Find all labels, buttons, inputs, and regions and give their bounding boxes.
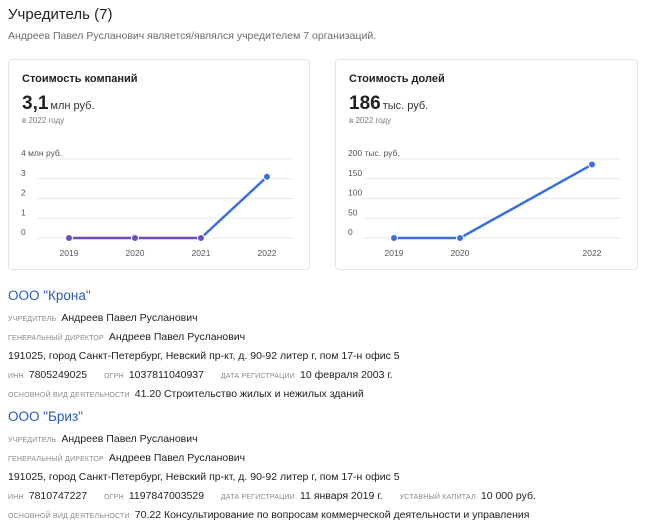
activity-value: 70.22 Консультирование по вопросам комме… (134, 509, 530, 521)
registry-row: ИНН 7810747227 ОГРН 1197847003529 Дата рег… (8, 487, 638, 506)
capital-label: Уставный капитал (399, 494, 476, 501)
y-tick-label: 0 (348, 227, 353, 237)
share-value-card: Стоимость долей 186 тыс. руб. в 2022 году… (335, 59, 638, 270)
inn-label: ИНН (8, 373, 24, 380)
x-tick-label: 2021 (192, 248, 211, 258)
address-value: 191025, город Санкт-Петербург, Невский п… (8, 471, 400, 483)
founder-label: Учредитель (8, 316, 57, 323)
director-value: Андреев Павел Русланович (108, 452, 246, 464)
y-tick-label: 0 (21, 227, 26, 237)
y-tick-label: 4 млн руб. (21, 148, 62, 158)
registry-row: ИНН 7805249025 ОГРН 1037811040937 Дата рег… (8, 366, 638, 385)
address-row: 191025, город Санкт-Петербург, Невский п… (8, 468, 638, 487)
activity-value: 41.20 Строительство жилых и нежилых здан… (134, 388, 364, 400)
data-point (390, 234, 398, 242)
y-tick-label: 100 (348, 188, 362, 198)
ogrn-value: 1197847003529 (128, 490, 204, 502)
x-tick-label: 2020 (451, 248, 470, 258)
x-tick-label: 2020 (126, 248, 145, 258)
inn-value: 7805249025 (28, 369, 88, 381)
director-value: Андреев Павел Русланович (108, 331, 246, 343)
x-tick-label: 2022 (258, 248, 277, 258)
address-value: 191025, город Санкт-Петербург, Невский п… (8, 350, 400, 362)
y-tick-label: 3 (21, 168, 26, 178)
activity-label: Основной вид деятельности (8, 513, 130, 520)
data-point (65, 234, 73, 242)
page-subtitle: Андреев Павел Русланович является/являлс… (8, 30, 377, 42)
y-tick-label: 2 (21, 188, 26, 198)
data-point (197, 234, 205, 242)
data-point (588, 160, 596, 169)
organization-name-link[interactable]: ООО "Крона" (8, 288, 638, 308)
activity-label: Основной вид деятельности (8, 392, 130, 399)
founder-row: Учредитель Андреев Павел Русланович (8, 430, 638, 449)
inn-value: 7810747227 (28, 490, 88, 502)
director-row: Генеральный директор Андреев Павел Руслан… (8, 449, 638, 468)
y-tick-label: 200 тыс. руб. (348, 148, 400, 158)
organization-entry: ООО "Крона" Учредитель Андреев Павел Русл… (8, 288, 638, 404)
founder-label: Учредитель (8, 437, 57, 444)
y-tick-label: 150 (348, 168, 362, 178)
activity-row: Основной вид деятельности 41.20 Строитель… (8, 385, 638, 404)
x-tick-label: 2022 (583, 248, 602, 258)
data-point (263, 172, 271, 181)
x-tick-label: 2019 (385, 248, 404, 258)
address-row: 191025, город Санкт-Петербург, Невский п… (8, 347, 638, 366)
company-value-card: Стоимость компаний 3,1 млн руб. в 2022 го… (8, 59, 310, 270)
page-title: Учредитель (7) (8, 6, 113, 23)
organization-entry: ООО "Бриз" Учредитель Андреев Павел Русла… (8, 409, 638, 525)
capital-value: 10 000 руб. (480, 490, 536, 502)
founder-value: Андреев Павел Русланович (61, 433, 198, 445)
founder-value: Андреев Павел Русланович (61, 312, 198, 324)
data-point (456, 234, 464, 242)
director-label: Генеральный директор (8, 456, 104, 463)
organization-name-link[interactable]: ООО "Бриз" (8, 409, 638, 429)
founder-row: Учредитель Андреев Павел Русланович (8, 309, 638, 328)
director-label: Генеральный директор (8, 335, 104, 342)
reg-date-value: 10 февраля 2003 г. (300, 369, 393, 381)
data-point (131, 234, 139, 242)
company-value-chart: 0 1 2 3 4 млн руб. 2019 2020 2021 2022 (21, 148, 294, 258)
y-tick-label: 50 (348, 207, 358, 217)
series-line-segment (199, 175, 269, 240)
share-value-chart: 0 50 100 150 200 тыс. руб. 2019 2020 2022 (348, 148, 621, 258)
ogrn-label: ОГРН (104, 373, 124, 380)
director-row: Генеральный директор Андреев Павел Руслан… (8, 328, 638, 347)
y-tick-label: 1 (21, 207, 26, 217)
reg-date-label: Дата регистрации (220, 373, 295, 380)
ogrn-label: ОГРН (104, 494, 124, 501)
reg-date-value: 11 января 2019 г. (300, 490, 383, 502)
inn-label: ИНН (8, 494, 24, 501)
ogrn-value: 1037811040937 (128, 369, 204, 381)
reg-date-label: Дата регистрации (220, 494, 295, 501)
x-tick-label: 2019 (60, 248, 79, 258)
series-line-segment (458, 163, 594, 240)
activity-row: Основной вид деятельности 70.22 Консульти… (8, 506, 638, 525)
